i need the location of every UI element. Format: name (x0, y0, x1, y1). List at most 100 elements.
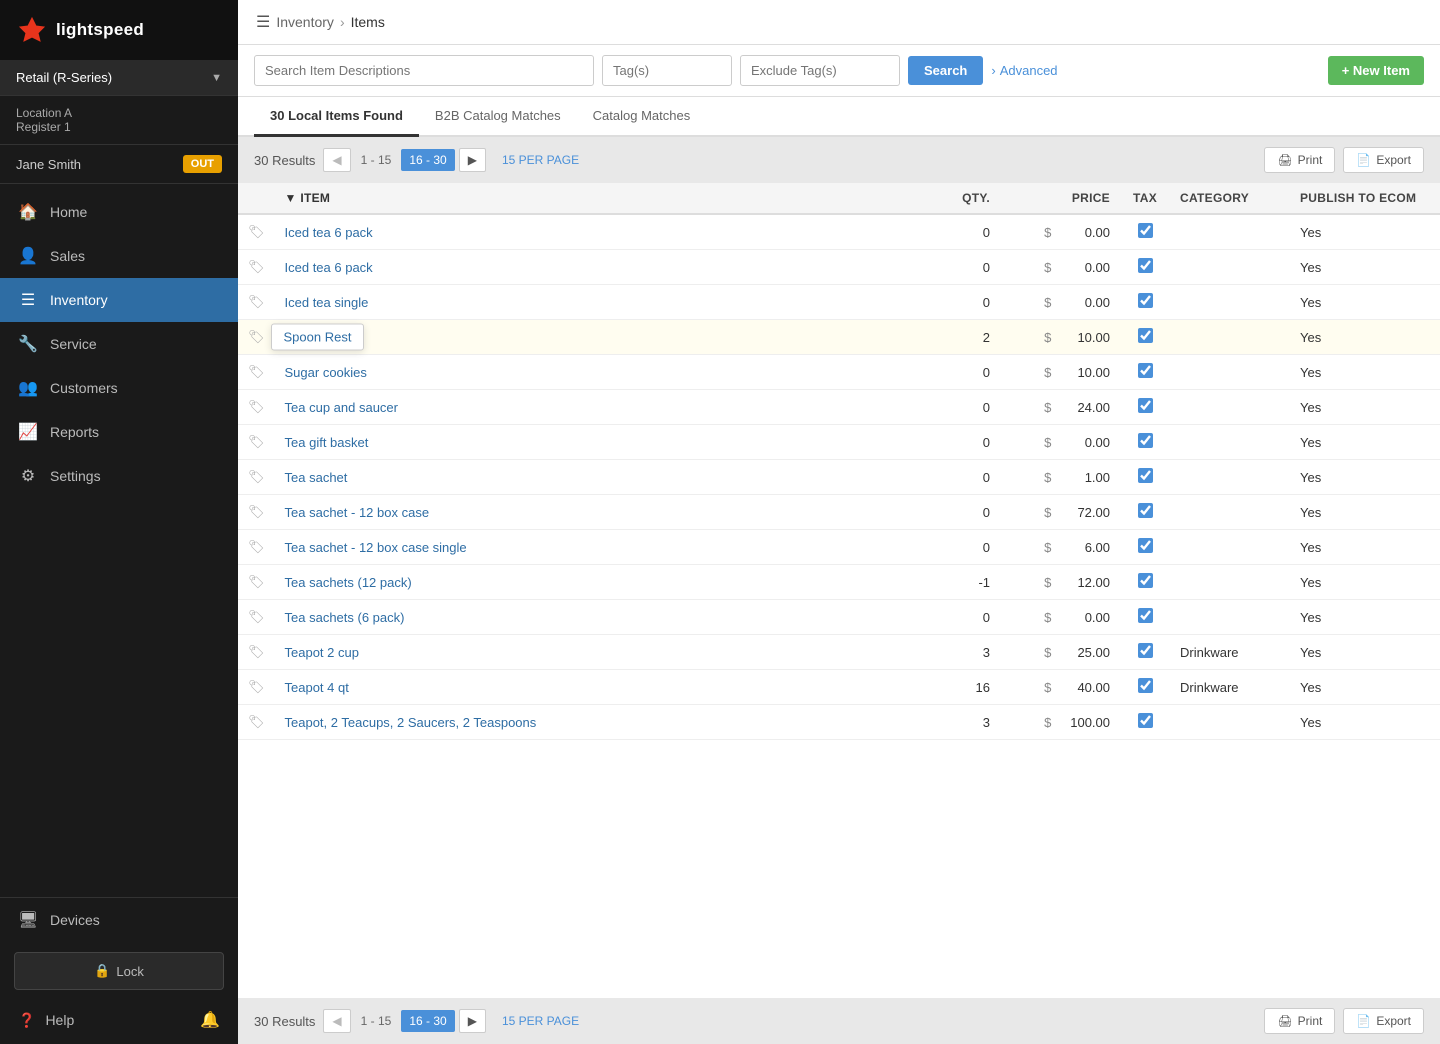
lock-label: Lock (116, 964, 143, 979)
item-link[interactable]: Tea sachets (12 pack) (285, 575, 412, 590)
print-button[interactable]: 🖨 Print (1264, 147, 1335, 173)
search-input[interactable] (254, 55, 594, 86)
col-tax: TAX (1120, 183, 1170, 214)
row-tax[interactable] (1120, 320, 1170, 355)
help-button[interactable]: ❓ Help (18, 1012, 74, 1029)
export-button-bottom[interactable]: 📄 Export (1343, 1008, 1424, 1034)
table-row: 🏷Tea cup and saucer0$ 24.00Yes (238, 390, 1440, 425)
row-tax[interactable] (1120, 530, 1170, 565)
new-item-button[interactable]: + New Item (1328, 56, 1424, 85)
tax-checkbox[interactable] (1138, 538, 1153, 553)
tax-checkbox[interactable] (1138, 468, 1153, 483)
row-qty: 0 (920, 390, 1000, 425)
tax-checkbox[interactable] (1138, 433, 1153, 448)
prev-page-button[interactable]: ◀ (323, 148, 350, 172)
sidebar-item-home[interactable]: 🏠 Home (0, 190, 238, 234)
page-range-1-bottom[interactable]: 1 - 15 (355, 1010, 398, 1032)
item-link[interactable]: Teapot, 2 Teacups, 2 Saucers, 2 Teaspoon… (285, 715, 537, 730)
sidebar-item-inventory[interactable]: ☰ Inventory (0, 278, 238, 322)
row-tax[interactable] (1120, 600, 1170, 635)
tax-checkbox[interactable] (1138, 573, 1153, 588)
next-page-button[interactable]: ▶ (459, 148, 486, 172)
row-price: $ 24.00 (1000, 390, 1120, 425)
tax-checkbox[interactable] (1138, 223, 1153, 238)
tax-checkbox[interactable] (1138, 363, 1153, 378)
sidebar-item-sales[interactable]: 👤 Sales (0, 234, 238, 278)
page-range-2[interactable]: 16 - 30 (401, 149, 454, 171)
page-range-2-bottom[interactable]: 16 - 30 (401, 1010, 454, 1032)
row-tax[interactable] (1120, 214, 1170, 250)
export-button[interactable]: 📄 Export (1343, 147, 1424, 173)
row-price: $ 0.00 (1000, 285, 1120, 320)
item-link[interactable]: Iced tea 6 pack (285, 225, 373, 240)
row-tag-icon: 🏷 (238, 460, 275, 495)
exclude-tags-input[interactable] (740, 55, 900, 86)
breadcrumb-section[interactable]: Inventory (276, 14, 334, 30)
user-name[interactable]: Jane Smith (16, 157, 81, 172)
tax-checkbox[interactable] (1138, 398, 1153, 413)
tax-checkbox[interactable] (1138, 258, 1153, 273)
row-tax[interactable] (1120, 390, 1170, 425)
item-link[interactable]: Teapot 2 cup (285, 645, 359, 660)
tax-checkbox[interactable] (1138, 503, 1153, 518)
prev-page-button-bottom[interactable]: ◀ (323, 1009, 350, 1033)
row-tax[interactable] (1120, 425, 1170, 460)
sidebar-item-label-home: Home (50, 204, 87, 220)
col-item[interactable]: ▼ ITEM (275, 183, 920, 214)
row-tax[interactable] (1120, 460, 1170, 495)
per-page-selector[interactable]: 15 PER PAGE (494, 149, 587, 171)
item-link[interactable]: Tea sachet - 12 box case (285, 505, 430, 520)
notifications-bell-icon[interactable]: 🔔 (200, 1010, 220, 1030)
row-category (1170, 390, 1290, 425)
page-range-1[interactable]: 1 - 15 (355, 149, 398, 171)
lock-button[interactable]: 🔒 Lock (14, 952, 224, 990)
tax-checkbox[interactable] (1138, 293, 1153, 308)
row-tag-icon: 🏷 (238, 320, 275, 355)
row-qty: 3 (920, 635, 1000, 670)
row-publish: Yes (1290, 425, 1440, 460)
row-tax[interactable] (1120, 355, 1170, 390)
row-tax[interactable] (1120, 670, 1170, 705)
tab-catalog-matches[interactable]: Catalog Matches (577, 97, 707, 137)
store-selector[interactable]: Retail (R-Series) ▼ (0, 60, 238, 96)
advanced-link[interactable]: › Advanced (991, 63, 1057, 78)
row-publish: Yes (1290, 320, 1440, 355)
search-button[interactable]: Search (908, 56, 983, 85)
item-link[interactable]: Tea gift basket (285, 435, 369, 450)
item-link[interactable]: Teapot 4 qt (285, 680, 349, 695)
tags-input[interactable] (602, 55, 732, 86)
row-tax[interactable] (1120, 250, 1170, 285)
item-link[interactable]: Tea sachet (285, 470, 348, 485)
sidebar-item-devices[interactable]: 🖥 Devices (0, 898, 238, 942)
row-tax[interactable] (1120, 495, 1170, 530)
sidebar-item-reports[interactable]: 📈 Reports (0, 410, 238, 454)
print-button-bottom[interactable]: 🖨 Print (1264, 1008, 1335, 1034)
item-link[interactable]: Iced tea 6 pack (285, 260, 373, 275)
item-link[interactable]: Tea cup and saucer (285, 400, 398, 415)
register-name: Register 1 (16, 120, 222, 134)
row-tax[interactable] (1120, 705, 1170, 740)
item-link[interactable]: Tea sachet - 12 box case single (285, 540, 467, 555)
sidebar-item-service[interactable]: 🔧 Service (0, 322, 238, 366)
item-link[interactable]: Tea sachets (6 pack) (285, 610, 405, 625)
next-page-button-bottom[interactable]: ▶ (459, 1009, 486, 1033)
tax-checkbox[interactable] (1138, 643, 1153, 658)
table-row: 🏷Tea gift basket0$ 0.00Yes (238, 425, 1440, 460)
item-link[interactable]: Iced tea single (285, 295, 369, 310)
item-link[interactable]: Sugar cookies (285, 365, 367, 380)
tax-checkbox[interactable] (1138, 678, 1153, 693)
sidebar-item-settings[interactable]: ⚙ Settings (0, 454, 238, 498)
tab-local-items[interactable]: 30 Local Items Found (254, 97, 419, 137)
tax-checkbox[interactable] (1138, 328, 1153, 343)
row-tax[interactable] (1120, 565, 1170, 600)
tab-b2b-catalog[interactable]: B2B Catalog Matches (419, 97, 577, 137)
row-qty: 0 (920, 214, 1000, 250)
row-tag-icon: 🏷 (238, 565, 275, 600)
per-page-selector-bottom[interactable]: 15 PER PAGE (494, 1010, 587, 1032)
sidebar-item-customers[interactable]: 👥 Customers (0, 366, 238, 410)
row-item-name: Tea gift basket (275, 425, 920, 460)
tax-checkbox[interactable] (1138, 608, 1153, 623)
row-tax[interactable] (1120, 635, 1170, 670)
tax-checkbox[interactable] (1138, 713, 1153, 728)
row-tax[interactable] (1120, 285, 1170, 320)
